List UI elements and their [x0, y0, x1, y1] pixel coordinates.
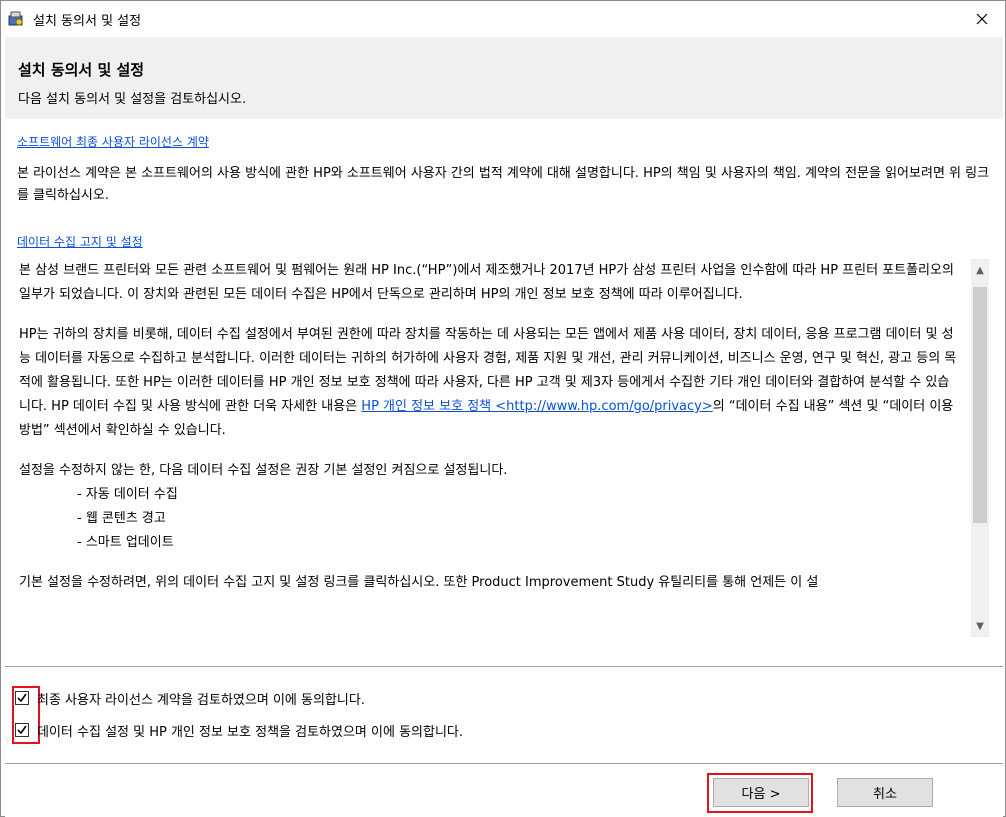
- checkmark-icon: [17, 693, 27, 703]
- bullet-auto-data: - 자동 데이터 수집: [77, 487, 178, 502]
- data-paragraph-1: 본 삼성 브랜드 프린터와 모든 관련 소프트웨어 및 펌웨어는 원래 HP I…: [19, 263, 954, 302]
- scroll-up-arrow-icon[interactable]: ▲: [971, 261, 989, 279]
- data-paragraph-2: HP는 귀하의 장치를 비롯해, 데이터 수집 설정에서 부여된 권한에 따라 …: [19, 323, 959, 443]
- data-paragraph-3: 설정을 수정하지 않는 한, 다음 데이터 수집 설정은 권장 기본 설정인 켜…: [19, 463, 508, 478]
- privacy-policy-link[interactable]: HP 개인 정보 보호 정책 <http://www.hp.com/go/pri…: [361, 399, 712, 414]
- eula-agree-checkbox[interactable]: [15, 691, 29, 705]
- header-panel: 설치 동의서 및 설정 다음 설치 동의서 및 설정을 검토하십시오.: [5, 37, 1003, 119]
- eula-agree-row[interactable]: 최종 사용자 라이선스 계약을 검토하였으며 이에 동의합니다.: [15, 686, 365, 710]
- privacy-agree-row[interactable]: 데이터 수집 설정 및 HP 개인 정보 보호 정책을 검토하였으며 이에 동의…: [15, 718, 463, 742]
- installer-app-icon: [7, 10, 25, 28]
- title-bar: 설치 동의서 및 설정: [1, 1, 1005, 37]
- window-title: 설치 동의서 및 설정: [33, 14, 142, 29]
- footer-bar: 다음 > 취소: [5, 765, 1003, 817]
- installer-window: 설치 동의서 및 설정 설치 동의서 및 설정 다음 설치 동의서 및 설정을 …: [0, 0, 1006, 817]
- header-title: 설치 동의서 및 설정: [18, 61, 145, 79]
- data-paragraph-4: 기본 설정을 수정하려면, 위의 데이터 수집 고지 및 설정 링크를 클릭하십…: [19, 575, 819, 590]
- eula-link[interactable]: 소프트웨어 최종 사용자 라이선스 계약: [17, 133, 209, 150]
- scroll-down-arrow-icon[interactable]: ▼: [971, 617, 989, 635]
- header-subtitle: 다음 설치 동의서 및 설정을 검토하십시오.: [18, 92, 247, 107]
- vertical-scrollbar[interactable]: ▲ ▼: [971, 259, 989, 637]
- next-button[interactable]: 다음 >: [713, 778, 809, 807]
- scrollbar-thumb[interactable]: [973, 287, 987, 523]
- content-panel: 소프트웨어 최종 사용자 라이선스 계약 본 라이선스 계약은 본 소프트웨어의…: [5, 119, 1003, 667]
- privacy-agree-label[interactable]: 데이터 수집 설정 및 HP 개인 정보 보호 정책을 검토하였으며 이에 동의…: [37, 721, 463, 740]
- data-collection-scroll-area[interactable]: 본 삼성 브랜드 프린터와 모든 관련 소프트웨어 및 펌웨어는 원래 HP I…: [13, 259, 991, 637]
- agreement-checkboxes: 최종 사용자 라이선스 계약을 검토하였으며 이에 동의합니다. 데이터 수집 …: [5, 668, 1003, 764]
- data-collection-text: 본 삼성 브랜드 프린터와 모든 관련 소프트웨어 및 펌웨어는 원래 HP I…: [19, 259, 959, 595]
- data-collection-link[interactable]: 데이터 수집 고지 및 설정: [17, 233, 143, 250]
- eula-description: 본 라이선스 계약은 본 소프트웨어의 사용 방식에 관한 HP와 소프트웨어 …: [17, 166, 990, 203]
- close-button[interactable]: [959, 1, 1005, 37]
- cancel-button[interactable]: 취소: [837, 778, 933, 807]
- checkmark-icon: [17, 725, 27, 735]
- eula-agree-label[interactable]: 최종 사용자 라이선스 계약을 검토하였으며 이에 동의합니다.: [37, 689, 365, 708]
- close-icon: [976, 13, 988, 25]
- privacy-agree-checkbox[interactable]: [15, 723, 29, 737]
- bullet-web-content: - 웹 콘텐츠 경고: [77, 511, 166, 526]
- bullet-smart-update: - 스마트 업데이트: [77, 535, 174, 550]
